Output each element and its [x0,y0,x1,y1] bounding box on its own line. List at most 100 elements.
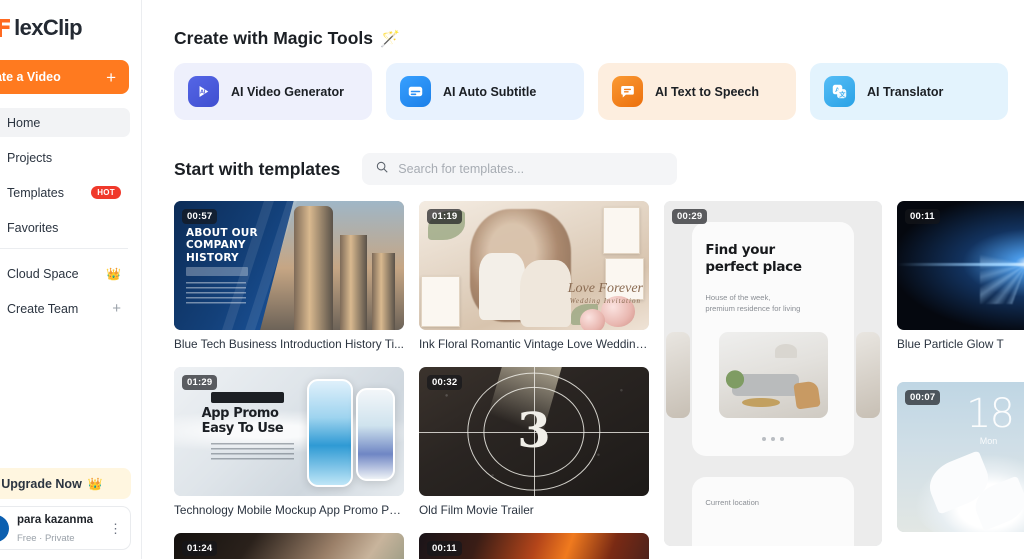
duration-badge: 00:11 [905,209,940,224]
magic-tools-title: Create with Magic Tools [174,28,374,48]
duration-badge: 00:32 [427,375,463,390]
user-meta: para kazanma Free · Private [17,510,101,546]
duration-badge: 01:19 [427,209,463,224]
svg-text:AI: AI [200,89,206,95]
upgrade-now-label: Upgrade Now [1,476,82,491]
user-profile-card[interactable]: p para kazanma Free · Private ⋮ [0,506,131,550]
sidebar-item-label: Favorites [7,220,59,235]
template-card[interactable]: 18 Mon 00:07 [897,382,1024,532]
crown-icon: 👑 [87,476,103,491]
app-root: F lexClip eate a Video + Home [0,0,1024,559]
brand-name: lexClip [14,15,83,40]
sidebar-item-label: Home [7,115,41,130]
page-title: Start with templates [174,158,341,179]
tool-label: AI Translator [867,84,944,99]
thumbnail-overlay-title: Find your perfect place [705,242,802,275]
thumbnail-overlay-title: 3 [517,402,551,459]
template-card[interactable]: Find your perfect place House of the week… [664,201,882,546]
thumbnail-overlay-title: ABOUT OUR COMPANY HISTORY [186,227,258,264]
template-caption: Technology Mobile Mockup App Promo Pre..… [174,503,404,517]
sidebar-item-templates[interactable]: Templates HOT [0,178,130,207]
search-icon [375,160,389,179]
avatar: p [0,514,9,542]
template-card[interactable]: 00:11 Blue Particle Glow T [897,201,1024,351]
user-plan: Free · Private [17,533,75,544]
sidebar: F lexClip eate a Video + Home [0,0,142,559]
search-input[interactable] [398,162,665,176]
sidebar-item-cloud-space[interactable]: Cloud Space 👑 [0,259,130,288]
template-card[interactable]: 3 00:32 Old Film Movie Trailer [419,367,649,517]
svg-text:文: 文 [839,89,846,98]
ai-subtitle-icon [400,76,431,107]
template-card[interactable]: Love Forever Wedding Invitation 01:19 In… [419,201,649,351]
sidebar-item-label: Cloud Space [7,266,79,281]
templates-header: Start with templates [174,153,1024,185]
plus-icon[interactable]: + [112,301,121,316]
sidebar-item-label: Templates [7,185,64,200]
magic-tools-row: AI AI Video Generator AI Auto Subtitle A… [174,63,1024,120]
create-a-video-button[interactable]: eate a Video + [0,60,129,94]
sidebar-item-create-team[interactable]: Create Team + [0,294,130,323]
template-thumbnail[interactable]: 00:11 [419,533,649,559]
thumbnail-overlay-subtitle: Mon [979,436,998,446]
tool-ai-auto-subtitle[interactable]: AI Auto Subtitle [386,63,584,120]
duration-badge: 00:29 [672,209,708,224]
template-thumbnail[interactable]: ABOUT OUR COMPANY HISTORY 00:57 [174,201,404,330]
tool-ai-translator[interactable]: A文 AI Translator [810,63,1008,120]
sidebar-item-label: Create Team [7,301,79,316]
flexclip-f-icon: F [0,13,12,43]
tool-label: AI Text to Speech [655,84,759,99]
template-thumbnail[interactable]: Find your perfect place House of the week… [664,201,882,546]
templates-grid: ABOUT OUR COMPANY HISTORY 00:57 Blue Tech … [174,201,1024,559]
ai-speech-icon [612,76,643,107]
sidebar-item-favorites[interactable]: Favorites [0,213,130,242]
thumbnail-overlay-footer: Current location [705,497,760,507]
duration-badge: 00:57 [182,209,218,224]
sidebar-nav: Home Projects Templates HOT Favorites Cl… [0,108,142,329]
user-name: para kazanma [17,514,94,526]
kebab-menu-icon[interactable]: ⋮ [109,522,122,535]
duration-badge: 01:24 [182,541,218,556]
template-card[interactable]: 00:11 [419,533,649,559]
template-card[interactable]: 01:24 [174,533,404,559]
ai-translator-icon: A文 [824,76,855,107]
sidebar-divider [0,248,128,249]
sidebar-item-home[interactable]: Home [0,108,130,137]
template-thumbnail[interactable]: App Promo Easy To Use 01:29 [174,367,404,496]
thumbnail-overlay-subtitle: House of the week, premium residence for … [705,293,801,314]
tool-label: AI Video Generator [231,84,344,99]
upgrade-now-button[interactable]: Upgrade Now 👑 [0,468,131,499]
template-thumbnail[interactable]: 3 00:32 [419,367,649,496]
magic-wand-icon: 🪄 [380,30,400,48]
brand-logo[interactable]: F lexClip [0,0,142,56]
thumbnail-overlay-title: 18 [966,391,1015,437]
sidebar-item-label: Projects [7,150,53,165]
duration-badge: 01:29 [182,375,218,390]
create-a-video-label: eate a Video [0,70,61,84]
template-thumbnail[interactable]: 01:24 [174,533,404,559]
template-thumbnail[interactable]: Love Forever Wedding Invitation 01:19 [419,201,649,330]
tool-ai-video-generator[interactable]: AI AI Video Generator [174,63,372,120]
duration-badge: 00:11 [427,541,462,556]
duration-badge: 00:07 [905,390,941,405]
main-content: Create with Magic Tools 🪄 AI AI Video Ge… [142,0,1024,559]
thumbnail-overlay-subtitle: Wedding Invitation [569,297,641,305]
search-bar[interactable] [362,153,678,185]
template-caption: Old Film Movie Trailer [419,503,534,517]
template-thumbnail[interactable]: 18 Mon 00:07 [897,382,1024,532]
status-badge-hot: HOT [91,185,121,200]
tool-label: AI Auto Subtitle [443,84,537,99]
template-card[interactable]: App Promo Easy To Use 01:29 Technology Mo… [174,367,404,517]
sidebar-item-projects[interactable]: Projects [0,143,130,172]
template-card[interactable]: ABOUT OUR COMPANY HISTORY 00:57 Blue Tech … [174,201,404,351]
thumbnail-overlay-title: App Promo Easy To Use [201,405,284,436]
crown-icon: 👑 [106,266,121,281]
template-caption: Blue Particle Glow T [897,337,1004,351]
thumbnail-overlay-title: Love Forever Wedding Invitation [567,281,643,305]
magic-tools-heading: Create with Magic Tools 🪄 [174,28,1024,49]
template-thumbnail[interactable]: 00:11 [897,201,1024,330]
tool-ai-text-to-speech[interactable]: AI Text to Speech [598,63,796,120]
thumbnail-art: Find your perfect place House of the week… [664,201,882,546]
plus-icon: + [106,67,116,87]
